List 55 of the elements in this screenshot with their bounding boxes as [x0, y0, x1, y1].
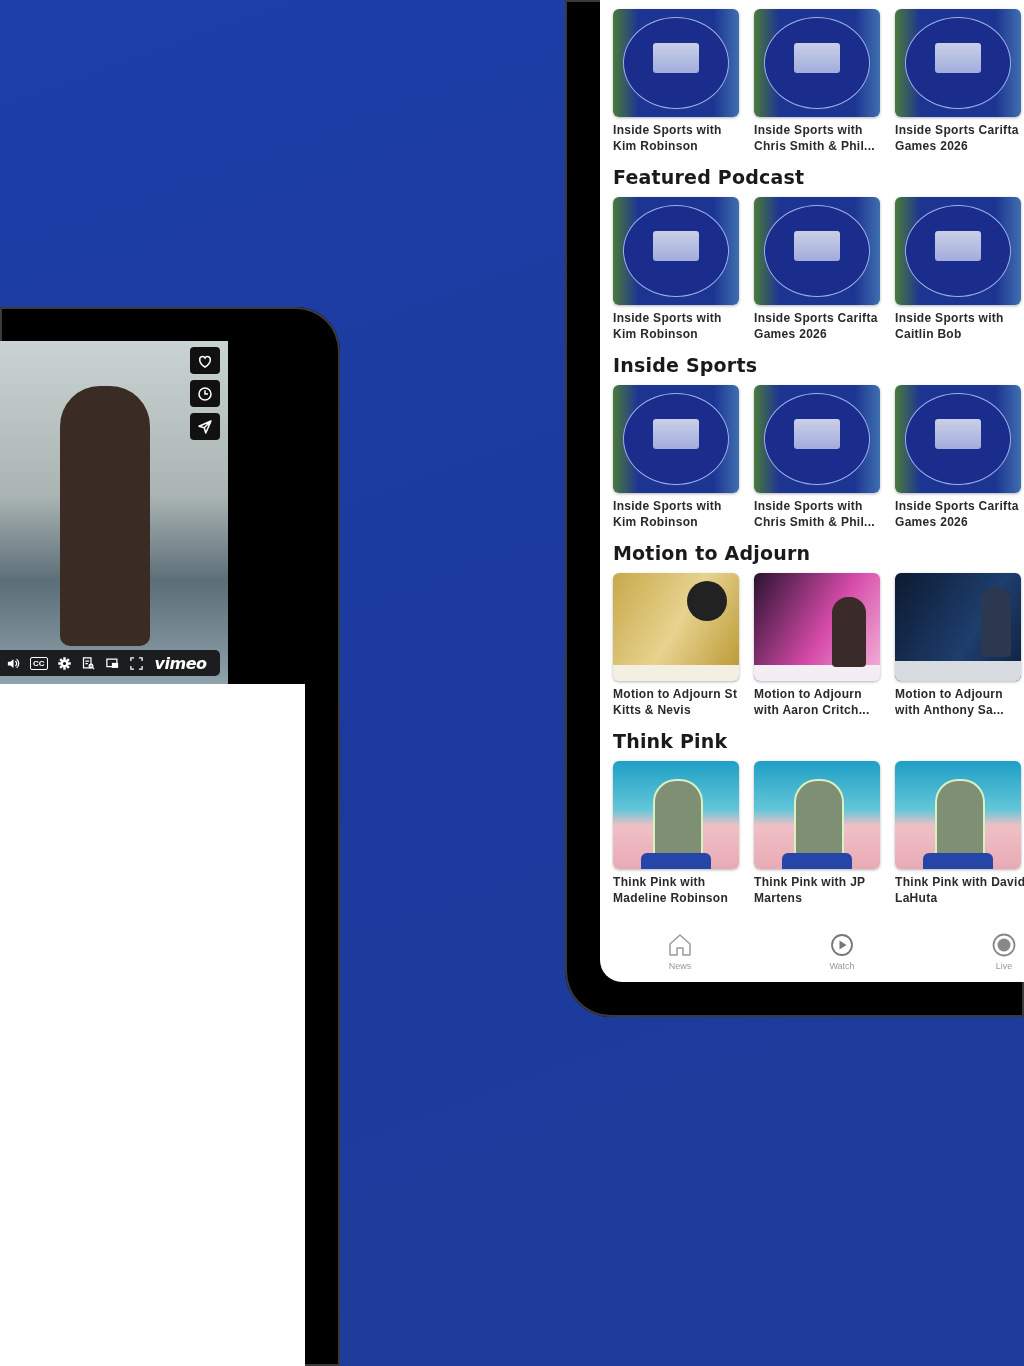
episode-title: Motion to Adjourn with Aaron Critch...	[754, 686, 871, 718]
sports-logo-graphic[interactable]	[613, 385, 739, 493]
play-icon	[829, 932, 855, 958]
settings-icon	[56, 655, 72, 671]
sports-logo-graphic[interactable]	[754, 197, 880, 305]
section-heading: Featured Podcast	[613, 166, 806, 188]
section-heading: Motion to Adjourn	[613, 542, 812, 564]
tab-bar-item[interactable]: Live	[990, 932, 1018, 976]
picture-in-picture-icon	[104, 655, 120, 671]
tab-bar-item[interactable]: Watch	[828, 932, 856, 976]
episode-title: Inside Sports with Caitlin Bob	[895, 310, 1005, 342]
home-icon	[667, 932, 693, 958]
episode-title: Think Pink with JP Martens	[754, 874, 867, 906]
episode-title: Think Pink with Madeline Robinson	[613, 874, 730, 906]
episode-title: Inside Sports Carifta Games 2026	[754, 310, 879, 342]
send-icon	[196, 417, 214, 436]
settings-button[interactable]	[56, 655, 72, 671]
poster-placeholder[interactable]	[754, 573, 880, 681]
poster-placeholder[interactable]	[895, 573, 1021, 681]
fullscreen-icon	[128, 655, 144, 671]
player-brand-logo[interactable]: vimeo	[154, 653, 207, 673]
sports-logo-graphic[interactable]	[613, 9, 739, 117]
transcript-icon	[80, 655, 96, 671]
sports-logo-graphic[interactable]	[613, 197, 739, 305]
tab-bar-item[interactable]: News	[666, 932, 694, 976]
watch-later-button[interactable]	[190, 380, 220, 407]
fullscreen-button[interactable]	[128, 655, 144, 671]
episode-title: Motion to Adjourn with Anthony Sa...	[895, 686, 1005, 718]
picture-in-picture-button[interactable]	[104, 655, 120, 671]
captions-button[interactable]: CC	[30, 656, 48, 670]
share-button[interactable]	[190, 413, 220, 440]
sports-logo-graphic[interactable]	[895, 9, 1021, 117]
poster-placeholder[interactable]	[613, 573, 739, 681]
transcript-button[interactable]	[80, 655, 96, 671]
sports-logo-graphic[interactable]	[895, 385, 1021, 493]
episode-title: Inside Sports with Kim Robinson	[613, 122, 723, 154]
record-icon	[991, 932, 1017, 958]
clock-icon	[196, 384, 214, 403]
sports-logo-graphic[interactable]	[754, 385, 880, 493]
section-heading: Inside Sports	[613, 354, 759, 376]
episode-title: Inside Sports with Kim Robinson	[613, 498, 723, 530]
episode-title: Inside Sports Carifta Games 2026	[895, 498, 1020, 530]
portrait-placeholder[interactable]	[895, 761, 1021, 869]
sports-logo-graphic[interactable]	[895, 197, 1021, 305]
episode-title: Inside Sports with Chris Smith & Phil...	[754, 498, 876, 530]
portrait-placeholder[interactable]	[613, 761, 739, 869]
episode-title: Inside Sports Carifta Games 2026	[895, 122, 1020, 154]
episode-title: Inside Sports with Kim Robinson	[613, 310, 723, 342]
sports-logo-graphic[interactable]	[754, 9, 880, 117]
episode-title: Motion to Adjourn St Kitts & Nevis	[613, 686, 739, 718]
episode-title: Inside Sports with Chris Smith & Phil...	[754, 122, 876, 154]
section-heading: Think Pink	[613, 730, 729, 752]
like-button[interactable]	[190, 347, 220, 374]
episode-title: Think Pink with David LaHuta	[895, 874, 1024, 906]
portrait-placeholder[interactable]	[754, 761, 880, 869]
